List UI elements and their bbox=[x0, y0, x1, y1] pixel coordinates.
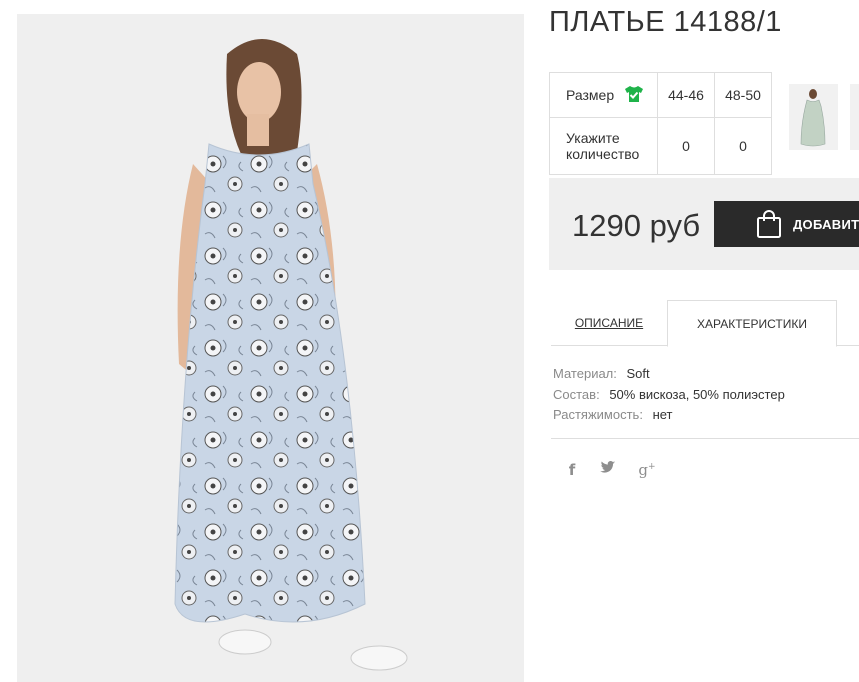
quantity-label: Укажите количество bbox=[566, 130, 640, 162]
spec-key: Материал: bbox=[553, 366, 617, 381]
spec-row-composition: Состав: 50% вискоза, 50% полиэстер bbox=[553, 385, 785, 406]
tab-characteristics[interactable]: ХАРАКТЕРИСТИКИ bbox=[667, 300, 837, 347]
google-plus-icon[interactable]: g+ bbox=[637, 461, 657, 479]
spec-value: 50% вискоза, 50% полиэстер bbox=[609, 386, 785, 402]
product-price: 1290 руб bbox=[572, 208, 701, 243]
quantity-label-cell: Укажите количество bbox=[549, 117, 658, 175]
dress-model-illustration bbox=[174, 39, 408, 671]
size-chart-icon[interactable] bbox=[624, 85, 644, 106]
size-label: Размер bbox=[566, 87, 615, 103]
google-plus-glyph: g bbox=[638, 461, 649, 479]
spec-row-material: Материал: Soft bbox=[553, 364, 785, 385]
spec-value: нет bbox=[652, 407, 673, 422]
product-tabs: ОПИСАНИЕ ХАРАКТЕРИСТИКИ bbox=[551, 300, 859, 347]
specs-divider bbox=[551, 438, 859, 439]
price-box: 1290 руб ДОБАВИТЬ bbox=[549, 178, 859, 270]
spec-row-stretch: Растяжимость: нет bbox=[553, 405, 785, 426]
size-option-44-46[interactable]: 44-46 bbox=[657, 72, 715, 118]
shopping-bag-icon bbox=[756, 209, 782, 239]
product-thumbnail-partial[interactable] bbox=[850, 84, 859, 150]
size-option-48-50[interactable]: 48-50 bbox=[714, 72, 772, 118]
size-quantity-table: Размер 44-46 48-50 Укажите количество 0 … bbox=[549, 72, 772, 175]
tab-description[interactable]: ОПИСАНИЕ bbox=[551, 300, 667, 346]
spec-key: Состав: bbox=[553, 386, 600, 402]
facebook-icon[interactable]: f bbox=[565, 461, 579, 479]
quantity-input-48-50[interactable]: 0 bbox=[714, 117, 772, 175]
google-plus-sup: + bbox=[648, 462, 656, 472]
quantity-input-44-46[interactable]: 0 bbox=[657, 117, 715, 175]
characteristics-list: Материал: Soft Состав: 50% вискоза, 50% … bbox=[553, 364, 785, 426]
product-title: ПЛАТЬЕ 14188/1 bbox=[549, 6, 782, 38]
product-photo[interactable] bbox=[17, 14, 524, 682]
product-thumbnail[interactable] bbox=[789, 84, 838, 150]
spec-key: Растяжимость: bbox=[553, 407, 643, 422]
add-to-cart-button[interactable]: ДОБАВИТЬ bbox=[714, 201, 859, 247]
spec-value: Soft bbox=[626, 366, 650, 381]
size-label-cell: Размер bbox=[549, 72, 658, 118]
add-to-cart-label: ДОБАВИТЬ bbox=[793, 216, 859, 232]
twitter-icon[interactable] bbox=[598, 461, 618, 479]
social-share: f g+ bbox=[565, 461, 657, 479]
